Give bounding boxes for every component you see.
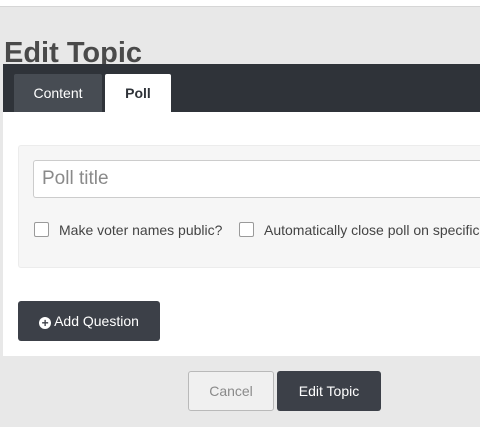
add-question-label: Add Question: [54, 313, 139, 329]
tab-content[interactable]: Content: [14, 74, 102, 112]
add-question-button[interactable]: + Add Question: [18, 301, 160, 341]
auto-close-checkbox[interactable]: [239, 222, 254, 237]
poll-title-input[interactable]: [33, 160, 480, 198]
top-strip: [0, 0, 480, 7]
plus-circle-icon: +: [39, 317, 52, 329]
poll-settings-box: Make voter names public? Automatically c…: [18, 145, 480, 268]
tab-bar: Content Poll: [3, 64, 480, 112]
cancel-button[interactable]: Cancel: [188, 371, 274, 411]
edit-topic-button[interactable]: Edit Topic: [277, 371, 381, 411]
auto-close-option[interactable]: Automatically close poll on specific: [239, 222, 480, 238]
public-voters-label: Make voter names public?: [59, 222, 223, 238]
public-voters-checkbox[interactable]: [34, 222, 49, 237]
poll-panel: Make voter names public? Automatically c…: [3, 112, 480, 356]
public-voters-option[interactable]: Make voter names public?: [34, 222, 234, 238]
tab-poll[interactable]: Poll: [105, 74, 171, 112]
auto-close-label: Automatically close poll on specific: [264, 222, 480, 238]
